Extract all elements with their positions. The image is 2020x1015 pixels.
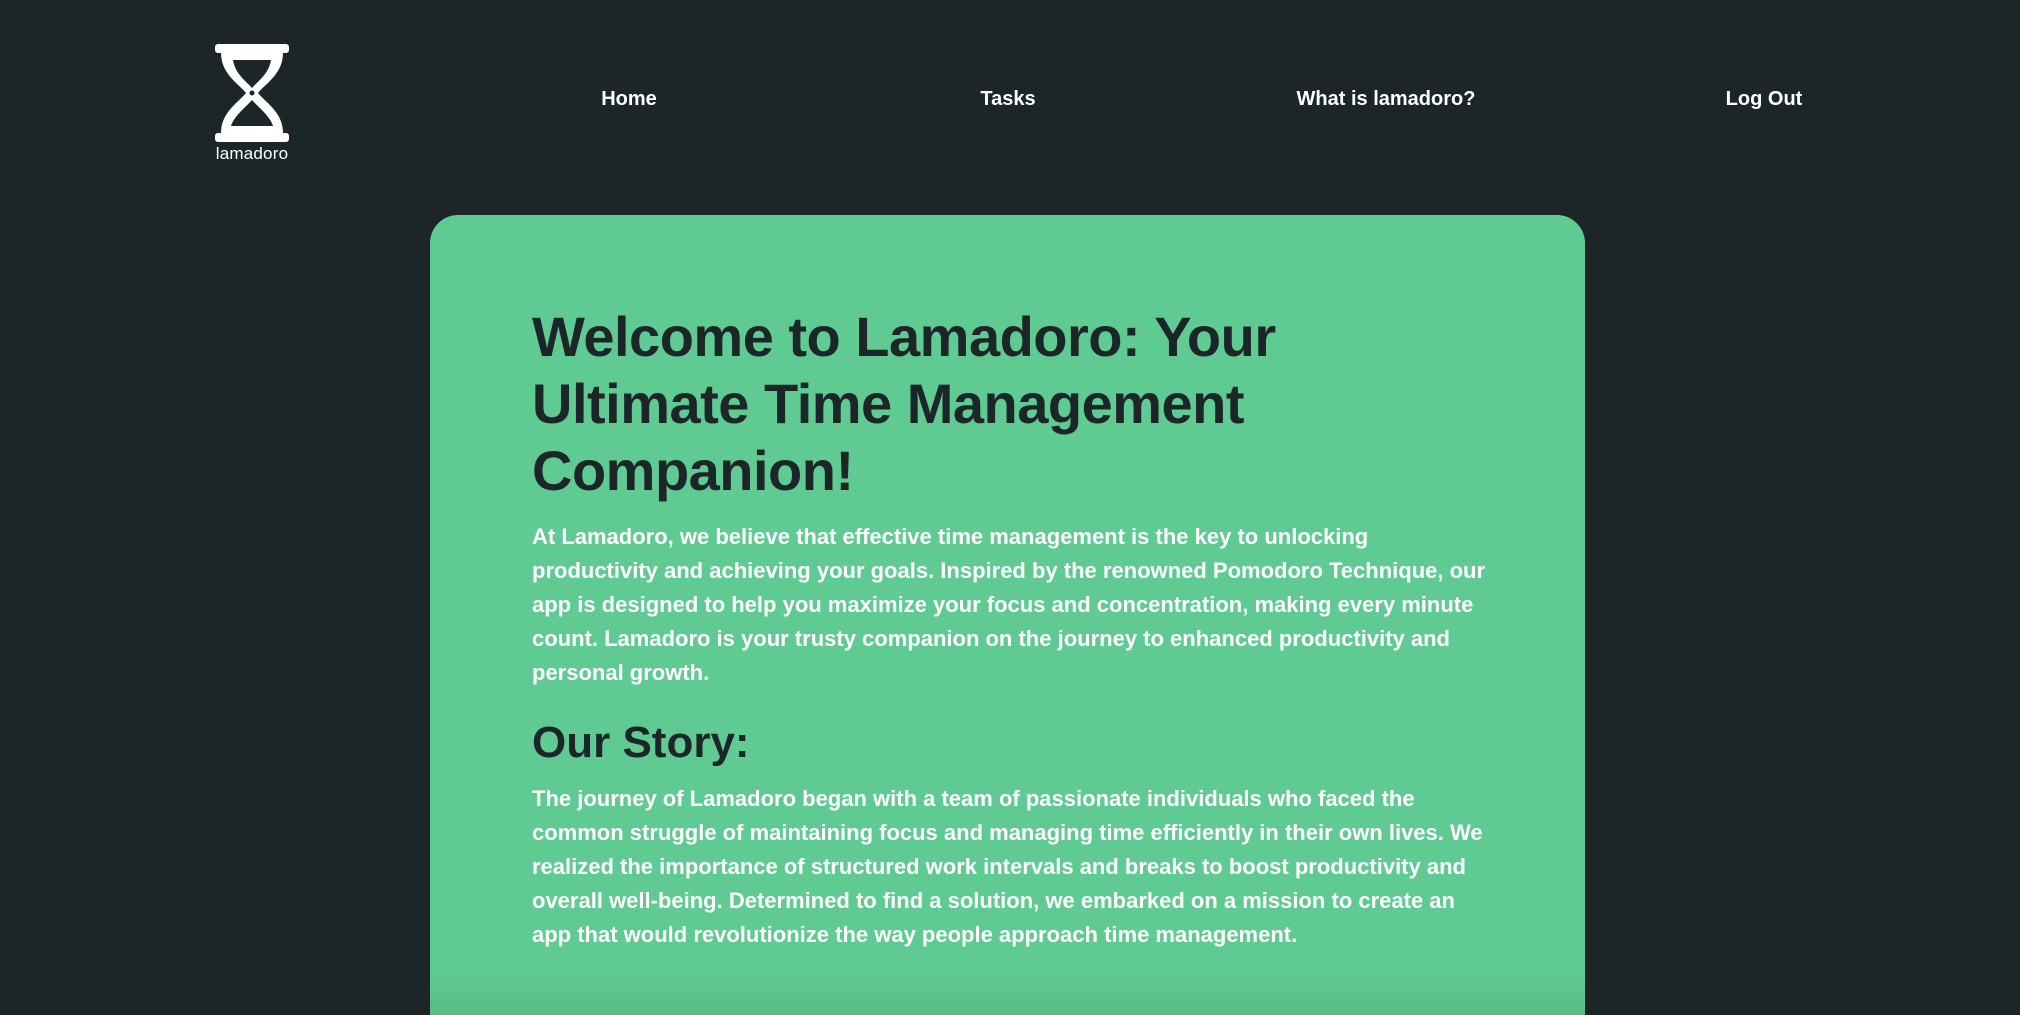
nav-item-tasks[interactable]: Tasks bbox=[980, 88, 1035, 111]
nav-item-home[interactable]: Home bbox=[601, 88, 657, 111]
story-paragraph: The journey of Lamadoro began with a tea… bbox=[532, 786, 1483, 947]
main-nav: Home Tasks What is lamadoro? Log Out bbox=[0, 88, 2020, 116]
intro-paragraph: At Lamadoro, we believe that effective t… bbox=[532, 524, 1486, 685]
top-navigation-bar: lamadoro Home Tasks What is lamadoro? Lo… bbox=[0, 0, 2020, 200]
content-card: Welcome to Lamadoro: Your Ultimate Time … bbox=[430, 215, 1585, 1015]
bottom-fade bbox=[430, 975, 1585, 1015]
nav-item-log-out[interactable]: Log Out bbox=[1726, 88, 1803, 111]
story-heading: Our Story: bbox=[532, 718, 750, 767]
content-body: Welcome to Lamadoro: Your Ultimate Time … bbox=[532, 303, 1492, 952]
logo-text: lamadoro bbox=[215, 144, 289, 163]
nav-item-what-is-lamadoro[interactable]: What is lamadoro? bbox=[1297, 88, 1476, 111]
page-title: Welcome to Lamadoro: Your Ultimate Time … bbox=[532, 305, 1276, 502]
